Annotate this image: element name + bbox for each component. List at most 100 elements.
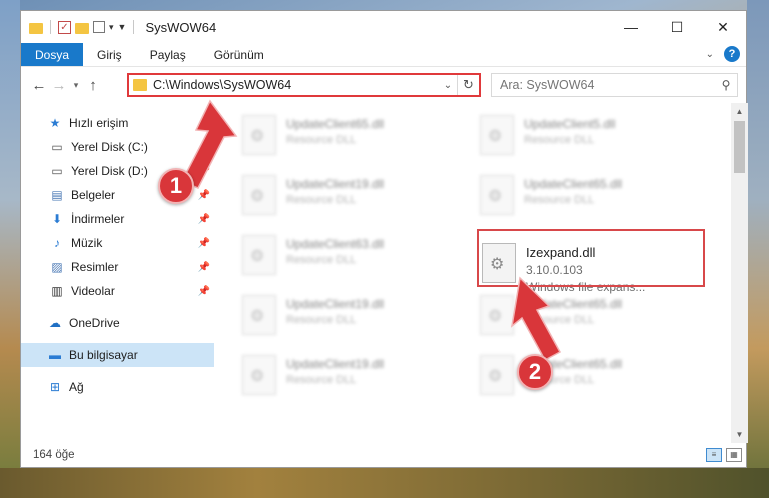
search-icon[interactable]: ⚲: [715, 78, 737, 92]
file-name: UpdateClient5.dll: [524, 117, 616, 131]
download-icon: ⬇: [51, 212, 63, 226]
file-name: UpdateClient19.dll: [286, 357, 385, 371]
help-icon[interactable]: ?: [724, 46, 740, 62]
tab-share[interactable]: Paylaş: [136, 43, 200, 66]
tab-home[interactable]: Giriş: [83, 43, 136, 66]
nav-item-local-disk-c[interactable]: ▭ Yerel Disk (C:) 📌: [21, 135, 214, 159]
file-desc: Resource DLL: [286, 314, 357, 326]
nav-item-music[interactable]: ♪ Müzik 📌: [21, 231, 214, 255]
file-name: UpdateClient65.dll: [286, 117, 385, 131]
chevron-down-icon[interactable]: ⌄: [439, 80, 457, 91]
search-input[interactable]: [500, 78, 715, 92]
dll-file-icon: [242, 355, 276, 395]
customize-toolbar-icon[interactable]: ▼: [118, 22, 127, 32]
music-icon: ♪: [54, 236, 60, 250]
file-name: UpdateClient65.dll: [524, 297, 623, 311]
nav-item-label: Müzik: [71, 236, 103, 250]
nav-network[interactable]: ⊞ Ağ: [21, 375, 214, 399]
scroll-down-icon[interactable]: ▼: [731, 426, 748, 443]
vertical-scrollbar[interactable]: ▲ ▼: [731, 103, 748, 443]
address-path[interactable]: C:\Windows\SysWOW64: [153, 78, 439, 92]
file-tile[interactable]: UpdateClient19.dll Resource DLL: [242, 295, 472, 339]
scroll-up-icon[interactable]: ▲: [731, 103, 748, 120]
highlight-box: [477, 229, 705, 287]
file-tile[interactable]: UpdateClient63.dll Resource DLL: [242, 235, 472, 279]
pin-icon[interactable]: 📌: [198, 238, 210, 249]
nav-this-pc[interactable]: ▬ Bu bilgisayar: [21, 343, 214, 367]
maximize-button[interactable]: ☐: [654, 11, 700, 43]
quick-access-toolbar: ✓ ▾ ▼: [21, 20, 137, 34]
pin-icon[interactable]: 📌: [198, 262, 210, 273]
nav-item-label: OneDrive: [69, 316, 120, 330]
pictures-icon: ▨: [51, 260, 63, 274]
properties-check-icon[interactable]: ✓: [58, 20, 71, 34]
pin-icon[interactable]: 📌: [198, 286, 210, 297]
file-tile[interactable]: UpdateClient65.dllResource DLL: [480, 355, 710, 399]
file-tile[interactable]: UpdateClient65.dllResource DLL: [242, 115, 472, 159]
nav-item-label: Hızlı erişim: [69, 116, 129, 130]
address-bar[interactable]: C:\Windows\SysWOW64 ⌄ ↻: [127, 73, 481, 97]
nav-item-downloads[interactable]: ⬇ İndirmeler 📌: [21, 207, 214, 231]
nav-item-videos[interactable]: ▥ Videolar 📌: [21, 279, 214, 303]
file-desc: Resource DLL: [524, 134, 595, 146]
nav-quick-access[interactable]: ★ Hızlı erişim: [21, 111, 214, 135]
desktop-background-right: [747, 0, 769, 498]
nav-item-label: İndirmeler: [71, 212, 125, 226]
file-tile[interactable]: UpdateClient65.dll Resource DLL: [480, 295, 710, 339]
cloud-icon: ☁: [49, 316, 61, 330]
dll-file-icon: [242, 295, 276, 335]
minimize-button[interactable]: —: [608, 11, 654, 43]
drive-icon: ▭: [51, 164, 63, 178]
star-icon: ★: [49, 116, 61, 130]
network-icon: ⊞: [49, 380, 61, 394]
file-tile[interactable]: UpdateClient19.dll Resource DLL: [242, 175, 472, 219]
folder-icon: [133, 79, 147, 91]
view-toggle: ≡ ▦: [706, 448, 742, 462]
title-bar: ✓ ▾ ▼ SysWOW64 — ☐ ✕: [21, 11, 746, 43]
refresh-button[interactable]: ↻: [457, 75, 479, 95]
pin-icon[interactable]: 📌: [198, 214, 210, 225]
file-desc: Resource DLL: [524, 194, 595, 206]
tab-file[interactable]: Dosya: [21, 43, 84, 66]
nav-item-label: Yerel Disk (C:): [71, 140, 148, 154]
close-button[interactable]: ✕: [700, 11, 746, 43]
forward-arrow-icon[interactable]: →: [49, 77, 69, 94]
back-arrow-icon[interactable]: ←: [29, 77, 49, 94]
nav-item-label: Bu bilgisayar: [69, 348, 138, 362]
ribbon-tabs: Dosya Giriş Paylaş Görünüm ⌄ ?: [21, 43, 746, 67]
file-tile[interactable]: UpdateClient5.dll Resource DLL: [480, 115, 710, 159]
dll-file-icon: [242, 175, 276, 215]
nav-onedrive[interactable]: ☁ OneDrive: [21, 311, 214, 335]
large-icons-view-icon[interactable]: ▦: [726, 448, 742, 462]
details-view-icon[interactable]: ≡: [706, 448, 722, 462]
pin-icon[interactable]: 📌: [198, 190, 210, 201]
chevron-down-icon[interactable]: ▾: [109, 22, 114, 33]
pin-icon[interactable]: 📌: [198, 166, 210, 177]
file-desc: Resource DLL: [286, 194, 357, 206]
file-name: UpdateClient19.dll: [286, 177, 385, 191]
scroll-thumb[interactable]: [734, 121, 745, 173]
window-controls: — ☐ ✕: [608, 11, 746, 43]
toolbar-divider: [50, 20, 51, 34]
file-desc: Resource DLL: [286, 254, 357, 266]
up-arrow-icon[interactable]: ↑: [83, 77, 103, 94]
dll-file-icon: [242, 115, 276, 155]
file-desc: Resource DLL: [524, 314, 595, 326]
expand-ribbon-icon[interactable]: ⌄: [706, 49, 714, 60]
tab-view[interactable]: Görünüm: [200, 43, 278, 66]
pin-icon[interactable]: 📌: [198, 142, 210, 153]
dll-file-icon: [242, 235, 276, 275]
file-tile[interactable]: UpdateClient19.dll Resource DLL: [242, 355, 472, 399]
file-tile[interactable]: UpdateClient65.dll Resource DLL: [480, 175, 710, 219]
file-name: UpdateClient65.dll: [524, 177, 623, 191]
dll-file-icon: [480, 295, 514, 335]
search-box[interactable]: ⚲: [491, 73, 738, 97]
video-icon: ▥: [51, 284, 63, 298]
nav-item-label: Resimler: [71, 260, 119, 274]
new-folder-icon[interactable]: [75, 22, 89, 34]
nav-item-pictures[interactable]: ▨ Resimler 📌: [21, 255, 214, 279]
properties-icon[interactable]: [93, 21, 105, 33]
recent-locations-chevron-icon[interactable]: ▾: [69, 80, 83, 91]
item-count: 164 öğe: [33, 449, 75, 461]
desktop-background-bottom: [0, 468, 769, 498]
